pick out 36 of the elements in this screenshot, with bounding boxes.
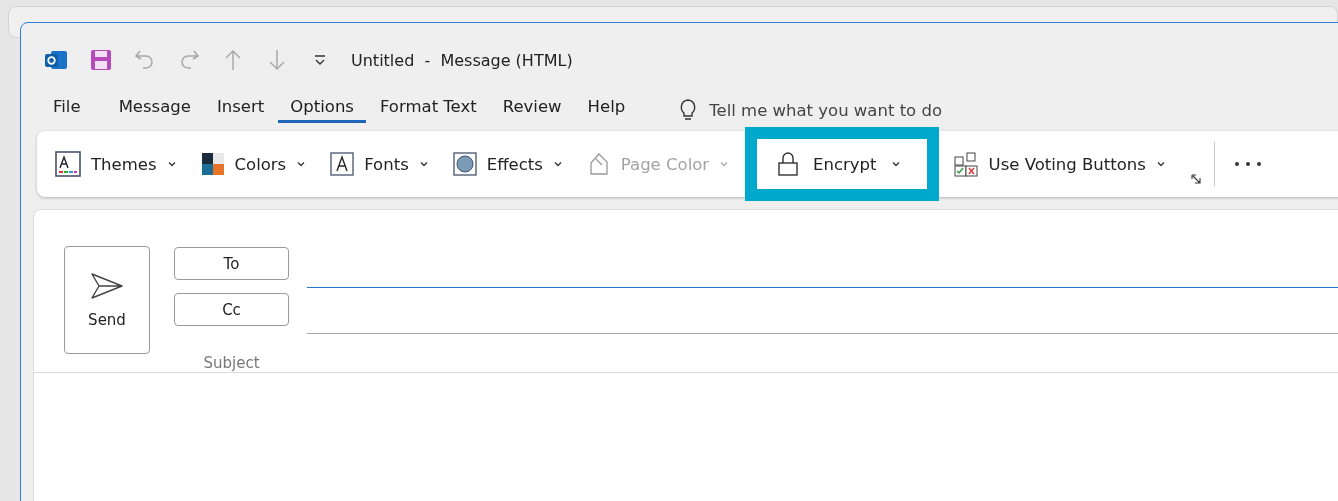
padlock-icon <box>777 151 800 177</box>
ribbon-tab[interactable]: Insert <box>204 97 277 123</box>
ribbon-button[interactable]: Themes <box>55 151 183 177</box>
ribbon-tab[interactable]: File <box>43 97 93 123</box>
to-button[interactable]: To <box>174 247 289 280</box>
ribbon-tab[interactable]: Help <box>575 97 638 123</box>
customize-caret-icon[interactable] <box>313 53 327 67</box>
themes-icon <box>55 151 81 177</box>
dropdown-caret-icon <box>890 159 901 169</box>
subject-label: Subject <box>202 354 261 372</box>
ribbon-button[interactable]: Colors <box>200 152 313 176</box>
ribbon-tab[interactable]: Message <box>106 97 203 123</box>
window-title: Untitled - Message (HTML) <box>351 50 573 70</box>
font-letter-icon <box>330 152 355 176</box>
ribbon-tab[interactable]: Options <box>278 97 366 123</box>
dropdown-caret-icon <box>1155 159 1166 169</box>
send-icon <box>89 271 125 301</box>
send-button[interactable]: Send <box>64 246 150 354</box>
save-icon[interactable] <box>89 48 113 72</box>
cc-button[interactable]: Cc <box>174 293 289 326</box>
tell-me-search-field[interactable]: Tell me what you want to do <box>709 100 1010 120</box>
ribbon-tab[interactable]: Review <box>490 97 574 123</box>
color-squares-icon <box>200 152 225 176</box>
ribbon-button[interactable]: Encrypt <box>777 151 907 177</box>
voting-checkboxes-icon <box>952 151 979 177</box>
dropdown-caret-icon <box>719 159 730 169</box>
ribbon-button[interactable]: Use Voting Buttons <box>952 151 1172 177</box>
ribbon-button[interactable]: Fonts <box>330 152 435 176</box>
dialog-launcher-icon[interactable] <box>1189 173 1202 185</box>
dropdown-caret-icon <box>296 159 307 169</box>
dropdown-caret-icon <box>552 159 563 169</box>
more-options-icon[interactable] <box>1232 160 1263 168</box>
dropdown-caret-icon <box>418 159 429 169</box>
ribbon-tab[interactable]: Format Text <box>367 97 489 123</box>
ribbon-button[interactable]: Effects <box>452 152 569 176</box>
dropdown-caret-icon <box>166 159 177 169</box>
